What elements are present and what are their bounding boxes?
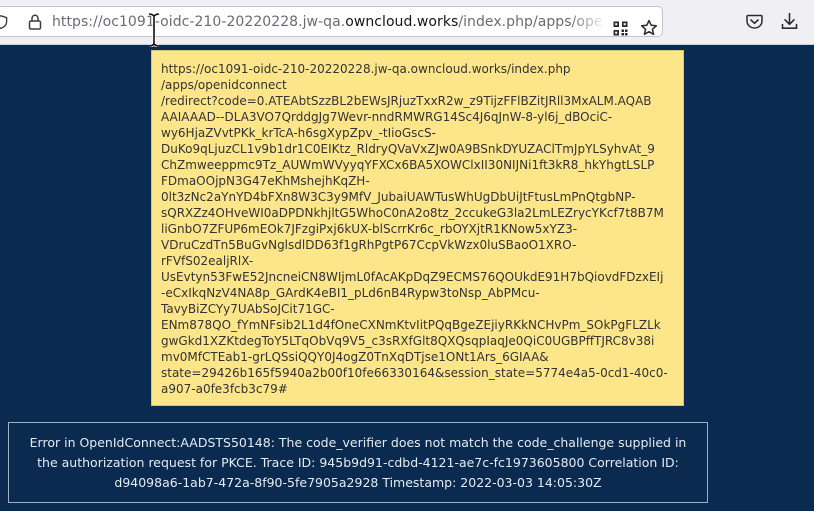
tooltip-line: ChZmweeppmc9Tz_AUWmWVyyqYFXCx6BA5XOWClxI… (161, 158, 655, 172)
tooltip-line: ENm878QO_fYmNFsib2L1d4fOneCXNmKtvIitPQqB… (161, 318, 661, 332)
qr-code-icon[interactable] (613, 21, 628, 36)
tooltip-line: -eCxIkqNzV4NA8p_GArdK4eBI1_pLd6nB4Rypw3t… (161, 286, 540, 300)
download-icon[interactable] (781, 12, 798, 30)
lock-icon[interactable] (28, 14, 42, 30)
shield-icon[interactable] (0, 15, 8, 29)
error-message-box: Error in OpenIdConnect:AADSTS50148: The … (8, 422, 708, 503)
tooltip-line: mv0MfCTEab1-grLQSsiQQY0J4ogZ0TnXqDTjse1O… (161, 350, 549, 364)
browser-toolbar: https://oc1091-oidc-210-20220228.jw-qa.o… (0, 0, 814, 47)
tooltip-line: VDruCzdTn5BuGvNglsdlDD63f1gRhPgtP67CcpVk… (161, 238, 577, 252)
tooltip-line: AAIAAAD--DLA3VO7QrddgJg7Wevr-nndRMWRG14S… (161, 110, 613, 124)
bookmark-star-icon[interactable] (640, 19, 658, 37)
tooltip-line: UsEvtyn53FwE52JncneiCN8WIjmL0fAcAKpDqZ9E… (161, 270, 664, 284)
tooltip-line: state=29426b165f5940a2b00f10fe66330164&s… (161, 366, 668, 380)
pocket-icon[interactable] (746, 13, 763, 30)
tooltip-line: gwGkd1XZKtdegToY5LTqObVq9V5_c3sRXfGlt8QX… (161, 334, 655, 348)
tooltip-line: 0lt3zNc2aYnYD4bFXn8W3C3y9MfV_JubaiUAWTus… (161, 190, 636, 204)
url-tooltip: https://oc1091-oidc-210-20220228.jw-qa.o… (151, 50, 684, 406)
tooltip-line: wy6HjaZVvtPKk_krTcA-h6sgXypZpv_-tIioGscS… (161, 126, 436, 140)
tooltip-line: liGnbO7ZFUP6mEOk7JFzgiPxj6kUX-blScrrKr6c… (161, 222, 578, 236)
tooltip-line: /redirect?code=0.ATEAbtSzzBL2bEWsJRjuzTx… (161, 94, 652, 108)
url-text[interactable]: https://oc1091-oidc-210-20220228.jw-qa.o… (52, 14, 604, 30)
tooltip-line: a907-a0fe3fcb3c79# (161, 382, 288, 396)
url-domain: owncloud.works (345, 14, 459, 30)
tooltip-line: rFVfS02ealjRlX- (161, 254, 254, 268)
tooltip-line: FDmaOOjpN3G47eKhMshejhKqZH- (161, 174, 370, 188)
tooltip-line: https://oc1091-oidc-210-20220228.jw-qa.o… (161, 62, 571, 76)
tooltip-line: TavyBiZCYy7UAbSoJCit71GC- (161, 302, 335, 316)
error-message: Error in OpenIdConnect:AADSTS50148: The … (29, 435, 687, 490)
url-prefix: https://oc1091-oidc-210-20220228.jw-qa. (52, 14, 346, 30)
url-bar[interactable]: https://oc1091-oidc-210-20220228.jw-qa.o… (0, 6, 663, 37)
text-cursor-icon (148, 13, 160, 47)
url-fade (570, 10, 606, 34)
tooltip-line: /apps/openidconnect (161, 78, 287, 92)
tooltip-line: sQRXZz4OHveWI0aDPDNkhjltG5WhoC0nA2o8tz_2… (161, 206, 664, 220)
tooltip-line: DuKo9qLjuzCL1v9b1dr1C0EIKtz_RldryQVaVxZJ… (161, 142, 655, 156)
